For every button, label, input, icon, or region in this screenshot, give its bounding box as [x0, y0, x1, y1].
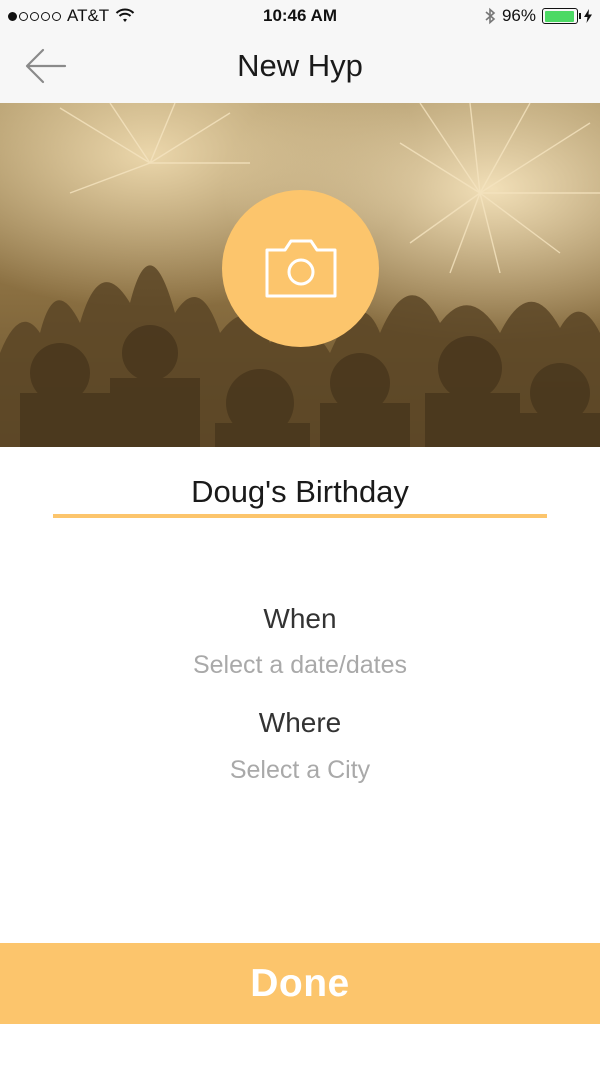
- battery-level-fill: [544, 10, 575, 22]
- camera-icon: [265, 239, 336, 297]
- status-right: 96%: [484, 6, 592, 26]
- event-name-input[interactable]: [53, 470, 547, 514]
- page-title: New Hyp: [237, 48, 363, 83]
- camera-button[interactable]: [222, 190, 379, 347]
- charging-bolt-icon: [584, 9, 592, 23]
- city-selector[interactable]: Select a City: [0, 756, 600, 785]
- cover-photo[interactable]: [0, 103, 600, 447]
- done-button[interactable]: Done: [0, 943, 600, 1024]
- event-name-field[interactable]: [53, 470, 547, 520]
- battery-icon: [542, 8, 581, 24]
- battery-percent: 96%: [501, 6, 536, 25]
- where-label: Where: [258, 707, 342, 738]
- event-name-underline: [53, 514, 547, 518]
- status-bar: AT&T 10:46 AM 96%: [0, 0, 600, 34]
- date-selector[interactable]: Select a date/dates: [0, 651, 600, 680]
- navigation-bar: New Hyp: [0, 34, 600, 103]
- when-label: When: [263, 603, 337, 634]
- bluetooth-icon: [485, 7, 496, 25]
